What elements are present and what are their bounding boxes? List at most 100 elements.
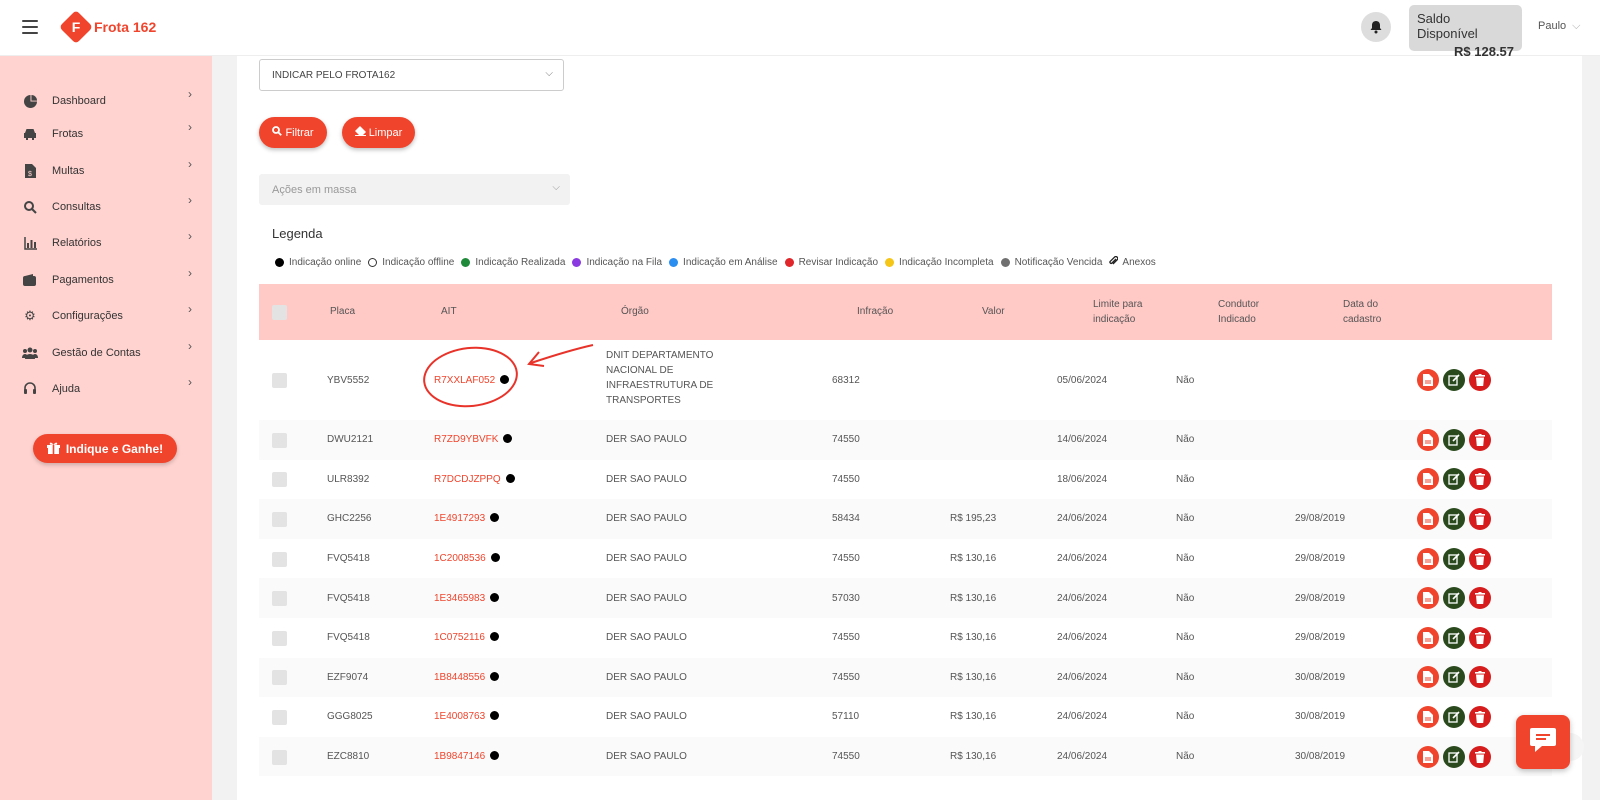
cell-ait-link[interactable]: 1C0752116	[434, 630, 499, 645]
cell-ait-link[interactable]: 1E4917293	[434, 511, 500, 526]
user-menu[interactable]: Paulo ⌵	[1538, 20, 1580, 33]
edit-button[interactable]	[1443, 428, 1465, 451]
edit-button[interactable]	[1443, 547, 1465, 570]
edit-button[interactable]	[1443, 666, 1465, 689]
sidebar-item-gestao-de-contas[interactable]: Gestão de Contas ›	[22, 339, 192, 363]
view-document-button[interactable]	[1417, 745, 1439, 768]
sidebar-item-configuracoes[interactable]: ⚙ Configurações ›	[22, 302, 192, 326]
saldo-box[interactable]: Saldo Disponível R$ 128,57	[1409, 5, 1522, 59]
header-orgao[interactable]: Órgão	[621, 304, 649, 319]
edit-button[interactable]	[1443, 369, 1465, 391]
indique-e-ganhe-button[interactable]: Indique e Ganhe!	[33, 434, 177, 463]
cell-limite: 24/06/2024	[1057, 553, 1108, 565]
chat-button[interactable]	[1516, 715, 1570, 769]
edit-icon	[1448, 513, 1460, 525]
header-limite[interactable]: Limite para indicação	[1093, 297, 1153, 327]
header-data[interactable]: Data do cadastro	[1343, 297, 1393, 327]
view-document-button[interactable]	[1417, 666, 1439, 689]
select-all-checkbox[interactable]	[272, 305, 287, 320]
limpar-label: Limpar	[368, 126, 403, 139]
cell-condutor: Não	[1176, 374, 1195, 386]
edit-button[interactable]	[1443, 626, 1465, 649]
row-checkbox[interactable]	[272, 432, 287, 448]
cell-ait-link[interactable]: 1B9847146	[434, 749, 500, 764]
limpar-button[interactable]: Limpar	[342, 117, 415, 148]
sidebar-item-label: Relatórios	[52, 237, 102, 249]
edit-button[interactable]	[1443, 507, 1465, 530]
sidebar-item-consultas[interactable]: Consultas ›	[22, 193, 192, 217]
header-infracao[interactable]: Infração	[857, 304, 893, 319]
sidebar-item-ajuda[interactable]: Ajuda ›	[22, 375, 192, 399]
table-row[interactable]: ULR8392 R7DCDJZPPQ DER SAO PAULO 74550 18/06…	[259, 460, 1552, 500]
row-checkbox[interactable]	[272, 670, 287, 686]
edit-button[interactable]	[1443, 587, 1465, 610]
header-valor[interactable]: Valor	[982, 304, 1005, 319]
cell-ait-link[interactable]: R7ZD9YBVFK	[434, 432, 513, 447]
acoes-em-massa-select[interactable]: Ações em massa ⌵	[259, 174, 570, 205]
filtrar-button[interactable]: Filtrar	[259, 117, 327, 148]
cell-ait-link[interactable]: 1E4008763	[434, 709, 500, 724]
row-checkbox[interactable]	[272, 630, 287, 646]
row-checkbox[interactable]	[272, 591, 287, 607]
delete-button[interactable]	[1469, 547, 1491, 570]
edit-button[interactable]	[1443, 745, 1465, 768]
edit-button[interactable]	[1443, 468, 1465, 491]
table-row[interactable]: GGG8025 1E4008763 DER SAO PAULO 57110 R$ 130…	[259, 697, 1552, 737]
row-checkbox[interactable]	[272, 551, 287, 567]
sidebar-item-multas[interactable]: $ Multas ›	[22, 157, 192, 181]
status-dot	[885, 258, 895, 267]
view-document-button[interactable]	[1417, 547, 1439, 570]
view-document-button[interactable]	[1417, 626, 1439, 649]
cell-ait-link[interactable]: 1E3465983	[434, 591, 500, 606]
delete-button[interactable]	[1469, 468, 1491, 491]
edit-button[interactable]	[1443, 705, 1465, 728]
view-document-button[interactable]	[1417, 587, 1439, 610]
hamburger-menu-icon[interactable]	[22, 20, 38, 34]
view-document-button[interactable]	[1417, 468, 1439, 491]
cell-placa: YBV5552	[327, 374, 370, 386]
delete-button[interactable]	[1469, 428, 1491, 451]
logo[interactable]: F Frota 162	[59, 10, 156, 44]
table-row[interactable]: FVQ5418 1E3465983 DER SAO PAULO 57030 R$ 130…	[259, 578, 1552, 618]
legend-item: Indicação online	[275, 257, 361, 268]
sidebar-item-relatorios[interactable]: Relatórios ›	[22, 229, 192, 253]
table-row[interactable]: FVQ5418 1C0752116 DER SAO PAULO 74550 R$ 130…	[259, 618, 1552, 658]
cell-ait-link[interactable]: R7DCDJZPPQ	[434, 472, 515, 487]
view-document-button[interactable]	[1417, 705, 1439, 728]
sidebar-item-dashboard[interactable]: Dashboard ›	[22, 87, 192, 111]
delete-button[interactable]	[1469, 666, 1491, 689]
row-checkbox[interactable]	[272, 749, 287, 765]
view-document-button[interactable]	[1417, 507, 1439, 530]
row-checkbox[interactable]	[272, 511, 287, 527]
cell-ait-link[interactable]: 1C2008536	[434, 551, 500, 566]
legend-item: Indicação na Fila	[572, 257, 662, 268]
header-condutor[interactable]: Condutor Indicado	[1218, 297, 1268, 327]
cell-limite: 24/06/2024	[1057, 671, 1108, 683]
delete-button[interactable]	[1469, 369, 1491, 391]
table-row[interactable]: EZC8810 1B9847146 DER SAO PAULO 74550 R$ 130…	[259, 736, 1552, 777]
cell-placa: EZC8810	[327, 751, 370, 763]
sidebar-item-frotas[interactable]: Frotas ›	[22, 120, 192, 144]
bell-icon[interactable]	[1361, 12, 1391, 42]
delete-button[interactable]	[1469, 587, 1491, 610]
table-row[interactable]: DWU2121 R7ZD9YBVFK DER SAO PAULO 74550 14/06…	[259, 420, 1552, 460]
table-row[interactable]: EZF9074 1B8448556 DER SAO PAULO 74550 R$ 130…	[259, 657, 1552, 698]
row-checkbox[interactable]	[272, 472, 287, 488]
header-placa[interactable]: Placa	[330, 304, 355, 319]
ait-code: 1B9847146	[434, 751, 486, 763]
delete-button[interactable]	[1469, 626, 1491, 649]
row-checkbox[interactable]	[272, 373, 287, 388]
indicar-select[interactable]: INDICAR PELO FROTA162 ⌵	[259, 59, 564, 91]
view-document-button[interactable]	[1417, 369, 1439, 391]
delete-button[interactable]	[1469, 507, 1491, 530]
document-icon	[1423, 710, 1433, 723]
sidebar-item-pagamentos[interactable]: Pagamentos ›	[22, 266, 192, 290]
table-row[interactable]: FVQ5418 1C2008536 DER SAO PAULO 74550 R$ 130…	[259, 539, 1552, 579]
table-row[interactable]: GHC2256 1E4917293 DER SAO PAULO 58434 R$ 195…	[259, 499, 1552, 539]
view-document-button[interactable]	[1417, 428, 1439, 451]
header-ait[interactable]: AIT	[441, 304, 457, 319]
row-checkbox[interactable]	[272, 709, 287, 725]
delete-button[interactable]	[1469, 705, 1491, 728]
cell-ait-link[interactable]: 1B8448556	[434, 670, 500, 685]
delete-button[interactable]	[1469, 745, 1491, 768]
